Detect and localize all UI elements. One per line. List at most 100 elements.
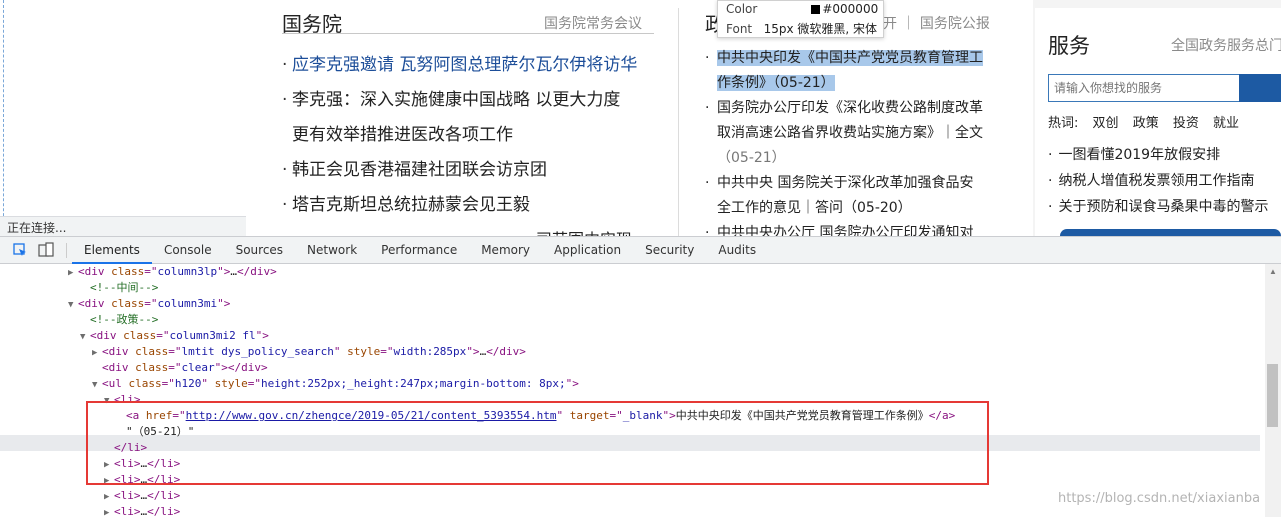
policy-item[interactable]: · 中共中央 国务院关于深化改革加强食品安 全工作的意见｜答问（05-20） [705,171,1005,221]
expand-triangle-icon[interactable]: ▶ [92,345,102,361]
code-token: =" [144,265,158,278]
tab-application[interactable]: Application [542,237,633,264]
code-token: =" [380,345,394,358]
service-link[interactable]: 纳税人增值税发票领用工作指南 [1058,173,1254,189]
dom-node-line[interactable]: <!--中间--> [80,280,158,296]
page-left-margin [0,0,246,236]
collapse-triangle-icon[interactable]: ▼ [68,297,78,313]
hot-word[interactable]: 政策 [1133,116,1159,131]
tooltip-font-row: Font 15px 微软雅黑, 宋体 [726,20,877,37]
dom-node-line[interactable]: <!--政策--> [80,312,158,328]
code-token: column3mi [157,297,218,310]
service-link[interactable]: 一图看懂2019年放假安排 [1058,147,1220,163]
hot-word[interactable]: 就业 [1213,116,1239,131]
dom-node-line[interactable]: ▶ <li>…</li> [104,504,180,517]
service-search-button[interactable] [1239,74,1281,102]
dom-node-line[interactable]: ▼ <div class="column3mi"> [68,296,230,312]
code-token: column3mi2 fl [169,329,256,342]
tab-memory[interactable]: Memory [469,237,542,264]
code-token: h120 [174,377,202,390]
news-item-fragment[interactable]: 司范围内实现 [536,226,632,236]
tab-console[interactable]: Console [152,237,224,264]
tab-security[interactable]: Security [633,237,706,264]
bullet: · [1048,147,1053,163]
code-token: =" [144,297,158,310]
page-edge-guide [3,0,4,236]
code-token: "> [466,345,480,358]
scroll-up-icon[interactable]: ▲ [1269,267,1277,276]
code-token: <li> [114,489,141,502]
policy-link[interactable]: 中共中央印发《中国共产党党员教育管理工 [717,50,983,66]
expand-triangle-icon[interactable]: ▶ [68,265,78,281]
policy-list: · 中共中央印发《中国共产党党员教育管理工 作条例》（05-21） · 国务院办公… [705,46,1005,236]
service-panel: 服务 全国政务服务总门 热词: 双创 政策 投资 就业 · 一图看懂2019年放假… [1035,8,1281,236]
column-tabs[interactable]: 开 ｜ 国务院公报 [883,13,990,33]
bullet: · [705,100,710,116]
policy-item[interactable]: · 中共中央办公厅 国务院办公厅印发通知对 [705,221,1005,236]
news-item[interactable]: · 韩正会见香港福建社团联会访京团 [282,153,654,188]
code-token: height:252px;_height:247px;margin-bottom… [261,377,566,390]
service-item[interactable]: · 纳税人增值税发票领用工作指南 [1048,168,1268,194]
code-token: clear [181,361,215,374]
hot-word[interactable]: 双创 [1093,116,1119,131]
news-item-continued[interactable]: 更有效举措推进医改各项工作 [282,118,654,153]
device-toolbar-icon[interactable] [38,242,54,258]
news-link[interactable]: 更有效举措推进医改各项工作 [292,125,513,145]
policy-link-cont[interactable]: 取消高速公路省界收费站实施方案》｜全文 [717,125,983,141]
tab-sources[interactable]: Sources [224,237,295,264]
policy-link[interactable]: 中共中央 国务院关于深化改革加强食品安 [717,175,973,191]
dom-node-line[interactable]: ▶ <div class="column3lp">…</div> [68,264,277,280]
policy-link[interactable]: 国务院办公厅印发《深化收费公路制度改革 [717,100,983,116]
hot-word[interactable]: 投资 [1173,116,1199,131]
service-more-link[interactable]: 全国政务服务总门 [1171,35,1281,55]
policy-item[interactable]: · 国务院办公厅印发《深化收费公路制度改革 取消高速公路省界收费站实施方案》｜全… [705,96,1005,171]
news-item[interactable]: · 应李克强邀请 瓦努阿图总理萨尔瓦尔伊将访华 [282,48,654,83]
news-link[interactable]: 应李克强邀请 瓦努阿图总理萨尔瓦尔伊将访华 [292,55,637,75]
inspect-element-icon[interactable] [13,243,27,257]
service-link[interactable]: 关于预防和误食马桑果中毒的警示 [1058,199,1268,215]
policy-link[interactable]: 中共中央办公厅 国务院办公厅印发通知对 [717,225,973,236]
code-token: column3lp [157,265,218,278]
collapse-triangle-icon[interactable]: ▼ [80,329,90,345]
code-token: class [135,361,169,374]
code-token: "> [217,297,231,310]
column-title: 国务院 [282,12,342,36]
code-token: "> [217,265,231,278]
news-item[interactable]: · 塔吉克斯坦总统拉赫蒙会见王毅 [282,188,654,223]
service-search-input[interactable] [1048,74,1240,102]
state-council-column: 国务院 国务院常务会议 · 应李克强邀请 瓦努阿图总理萨尔瓦尔伊将访华 · 李克强：… [282,0,654,223]
tab-audits[interactable]: Audits [706,237,768,264]
dom-node-line[interactable]: <div class="clear"></div> [92,360,268,376]
policy-link-cont[interactable]: 全工作的意见｜答问（05-20） [717,200,912,216]
column-more-link[interactable]: 国务院常务会议 [544,13,642,33]
dom-node-line[interactable]: ▶ <div class="lmtit dys_policy_search" st… [92,344,526,360]
web-page: 国务院 国务院常务会议 · 应李克强邀请 瓦努阿图总理萨尔瓦尔伊将访华 · 李克强：… [0,0,1281,236]
elements-scrollbar[interactable]: ▲ [1265,264,1281,517]
service-banner[interactable] [1060,229,1281,236]
code-token: width:285px [393,345,467,358]
status-bubble: 正在连接... [0,216,246,236]
news-item[interactable]: · 李克强：深入实施健康中国战略 以更大力度 [282,83,654,118]
news-link[interactable]: 李克强：深入实施健康中国战略 以更大力度 [292,90,620,110]
code-token: <!--中间--> [90,281,159,294]
expand-triangle-icon[interactable]: ▶ [104,505,114,517]
collapse-triangle-icon[interactable]: ▼ [92,377,102,393]
service-item[interactable]: · 一图看懂2019年放假安排 [1048,142,1268,168]
tab-elements[interactable]: Elements [72,237,152,264]
policy-item-inspected[interactable]: · 中共中央印发《中国共产党党员教育管理工 作条例》（05-21） [705,46,1005,96]
service-item[interactable]: · 关于预防和误食马桑果中毒的警示 [1048,194,1268,220]
code-token: </li> [147,489,181,502]
policy-link-cont[interactable]: 作条例》（05-21） [717,75,835,91]
annotation-red-box [86,401,989,485]
dom-node-line[interactable]: ▶ <li>…</li> [104,488,180,504]
dom-node-line[interactable]: ▼ <div class="column3mi2 fl"> [80,328,269,344]
expand-triangle-icon[interactable]: ▶ [104,489,114,505]
tab-network[interactable]: Network [295,237,369,264]
tooltip-font-label: Font [726,22,753,36]
news-link[interactable]: 塔吉克斯坦总统拉赫蒙会见王毅 [292,195,530,215]
tab-performance[interactable]: Performance [369,237,469,264]
code-token: "> [565,377,579,390]
news-link[interactable]: 韩正会见香港福建社团联会访京团 [292,160,547,180]
dom-node-line[interactable]: ▼ <ul class="h120" style="height:252px;_h… [92,376,579,392]
scrollbar-thumb[interactable] [1267,364,1278,427]
